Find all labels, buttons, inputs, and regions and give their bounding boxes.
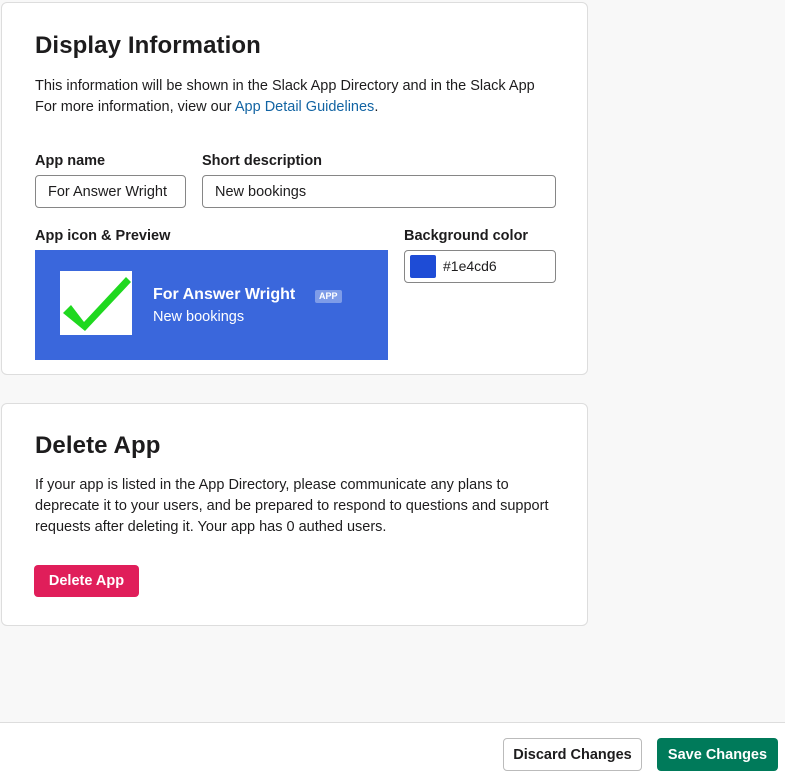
more-info-prefix: For more information, view our	[35, 99, 235, 115]
background-color-value: #1e4cd6	[443, 258, 497, 274]
short-description-label: Short description	[202, 153, 323, 169]
app-name-input[interactable]	[35, 175, 186, 208]
background-color-field[interactable]: #1e4cd6	[404, 250, 556, 283]
footer-bar: Discard Changes Save Changes	[0, 722, 785, 775]
display-information-description: This information will be shown in the Sl…	[35, 76, 565, 118]
preview-app-name: For Answer Wright	[153, 286, 296, 303]
app-name-label: App name	[35, 153, 106, 169]
background-color-label: Background color	[404, 228, 529, 244]
delete-app-title: Delete App	[35, 432, 161, 459]
display-information-title: Display Information	[35, 32, 261, 59]
short-description-input[interactable]	[202, 175, 556, 208]
app-badge: APP	[315, 290, 342, 303]
app-icon-preview-label: App icon & Preview	[35, 228, 171, 244]
app-icon[interactable]	[60, 271, 132, 335]
delete-app-description: If your app is listed in the App Directo…	[35, 477, 549, 535]
app-detail-guidelines-link[interactable]: App Detail Guidelines	[235, 99, 374, 115]
green-checkmark-icon	[63, 277, 131, 331]
display-information-card: Display Information This information wil…	[1, 2, 588, 375]
color-swatch[interactable]	[410, 255, 436, 278]
delete-app-button[interactable]: Delete App	[34, 565, 139, 597]
discard-changes-button[interactable]: Discard Changes	[503, 738, 642, 771]
description-text: This information will be shown in the Sl…	[35, 78, 535, 94]
more-info-suffix: .	[374, 99, 379, 115]
save-changes-button[interactable]: Save Changes	[657, 738, 778, 771]
preview-description: New bookings	[153, 309, 245, 325]
delete-app-card: Delete App If your app is listed in the …	[1, 403, 588, 626]
app-preview: For Answer Wright APP New bookings	[35, 250, 388, 360]
